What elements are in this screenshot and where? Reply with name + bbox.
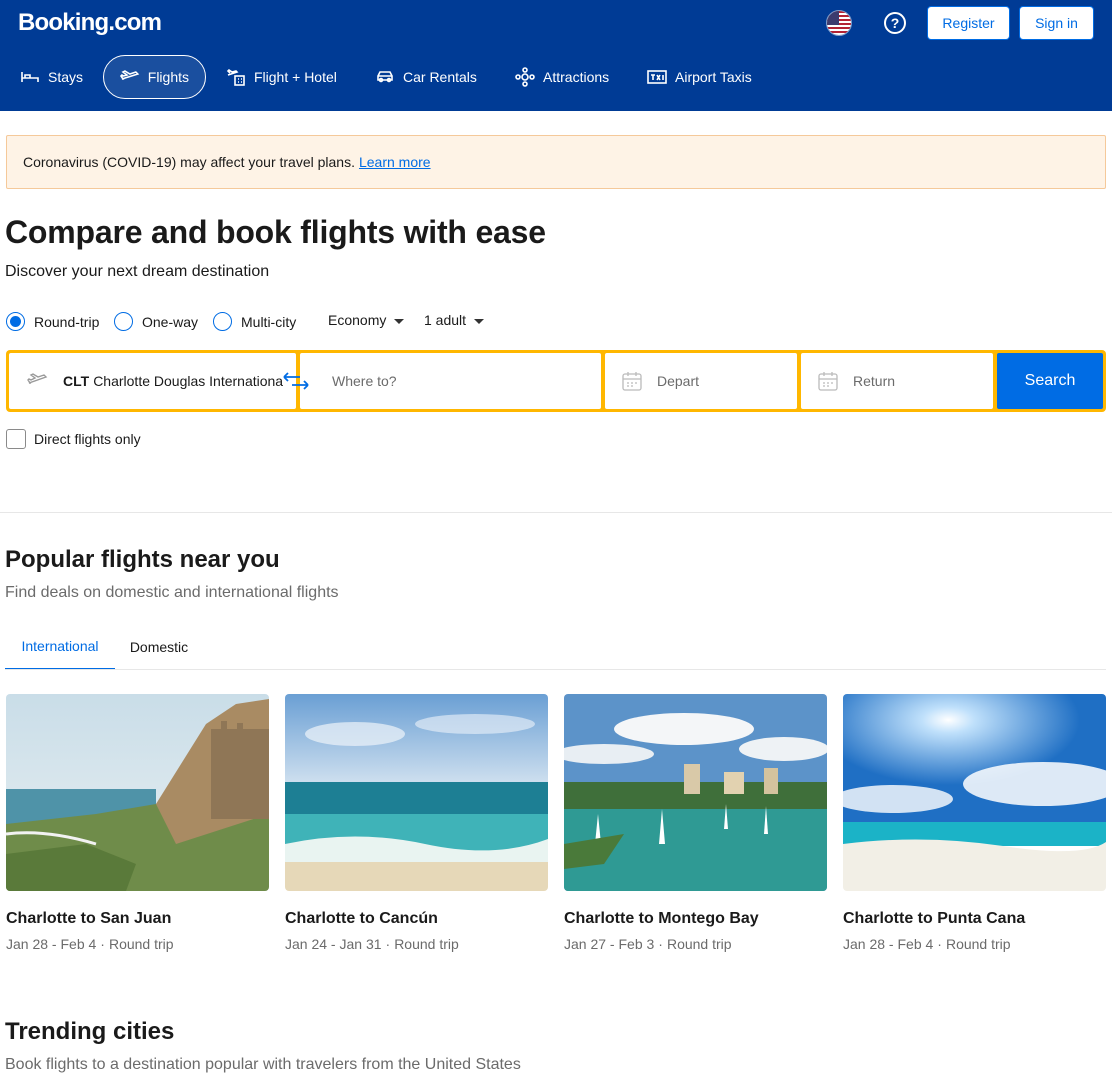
radio-unchecked-icon xyxy=(213,312,232,331)
top-header: Booking.com ? Register Sign in Stays Fli… xyxy=(0,0,1112,111)
plane-hotel-icon xyxy=(226,68,245,86)
radio-label: Round-trip xyxy=(34,313,100,330)
section-divider xyxy=(0,512,1112,513)
nav-attractions[interactable]: Attractions xyxy=(499,55,625,99)
bed-icon xyxy=(21,72,39,82)
register-button[interactable]: Register xyxy=(927,6,1010,40)
depart-date-field[interactable]: Depart xyxy=(605,353,797,409)
plane-icon xyxy=(120,70,140,80)
san-juan-image xyxy=(6,694,269,891)
card-dates: Jan 24 - Jan 31 xyxy=(285,936,382,952)
taxi-icon xyxy=(647,70,667,84)
card-trip-type: Round trip xyxy=(666,936,732,952)
flight-search-bar: CLT Charlotte Douglas International Airp… xyxy=(6,350,1106,412)
page-title: Compare and book flights with ease xyxy=(5,214,546,250)
destination-placeholder: Where to? xyxy=(332,373,397,389)
nav-label: Flight + Hotel xyxy=(254,69,337,85)
calendar-icon xyxy=(622,372,642,391)
car-icon xyxy=(377,71,393,83)
booking-logo[interactable]: Booking.com xyxy=(18,9,162,37)
radio-unchecked-icon xyxy=(114,312,133,331)
help-icon[interactable]: ? xyxy=(884,12,906,34)
card-trip-type: Round trip xyxy=(945,936,1011,952)
card-dates: Jan 28 - Feb 4 xyxy=(843,936,934,952)
card-meta: Jan 28 - Feb 4 · Round trip xyxy=(6,936,174,952)
round-trip-radio[interactable]: Round-trip xyxy=(6,312,99,331)
card-title: Charlotte to Montego Bay xyxy=(564,910,759,927)
cabin-class-value: Economy xyxy=(328,312,387,328)
popular-subtitle: Find deals on domestic and international… xyxy=(5,584,339,601)
nav-airport-taxis[interactable]: Airport Taxis xyxy=(631,55,768,99)
card-meta: Jan 28 - Feb 4 · Round trip xyxy=(843,936,1011,952)
tabs-underline xyxy=(5,669,1106,670)
tab-domestic[interactable]: Domestic xyxy=(115,623,203,670)
trending-title: Trending cities xyxy=(5,1018,175,1045)
search-button[interactable]: Search xyxy=(997,353,1103,409)
card-meta: Jan 24 - Jan 31 · Round trip xyxy=(285,936,459,952)
card-trip-type: Round trip xyxy=(108,936,174,952)
origin-code: CLT xyxy=(63,373,90,389)
swap-icon[interactable] xyxy=(282,370,310,392)
us-flag-icon[interactable] xyxy=(826,10,852,36)
direct-flights-checkbox[interactable]: Direct flights only xyxy=(6,429,141,449)
radio-label: Multi-city xyxy=(241,313,297,330)
card-title: Charlotte to San Juan xyxy=(6,910,172,927)
attractions-icon xyxy=(515,67,535,87)
trending-subtitle: Book flights to a destination popular wi… xyxy=(5,1056,521,1073)
radio-checked-icon xyxy=(6,312,25,331)
flight-card[interactable]: Charlotte to Punta Cana Jan 28 - Feb 4 · R… xyxy=(843,694,1106,952)
punta-cana-image xyxy=(843,694,1106,891)
covid-banner: Coronavirus (COVID-19) may affect your t… xyxy=(6,135,1106,189)
return-placeholder: Return xyxy=(853,373,896,389)
nav-label: Attractions xyxy=(543,69,610,85)
nav-car-rentals[interactable]: Car Rentals xyxy=(359,55,493,99)
nav-flight-hotel[interactable]: Flight + Hotel xyxy=(210,55,353,99)
multi-city-radio[interactable]: Multi-city xyxy=(213,312,296,331)
card-title: Charlotte to Punta Cana xyxy=(843,910,1026,927)
flight-card[interactable]: Charlotte to San Juan Jan 28 - Feb 4 · Rou… xyxy=(6,694,269,952)
nav-label: Flights xyxy=(147,69,189,85)
flight-card[interactable]: Charlotte to Cancún Jan 24 - Jan 31 · Roun… xyxy=(285,694,548,952)
card-title: Charlotte to Cancún xyxy=(285,910,438,927)
card-meta: Jan 27 - Feb 3 · Round trip xyxy=(564,936,732,952)
travelers-value: 1 adult xyxy=(424,312,467,328)
nav-flights[interactable]: Flights xyxy=(103,55,206,99)
cancun-image xyxy=(285,694,548,891)
banner-text: Coronavirus (COVID-19) may affect your t… xyxy=(23,154,355,170)
cabin-class-dropdown[interactable]: Economy xyxy=(328,312,405,328)
direct-flights-label: Direct flights only xyxy=(34,431,141,447)
learn-more-link[interactable]: Learn more xyxy=(359,154,431,170)
return-date-field[interactable]: Return xyxy=(801,353,993,409)
chevron-down-icon xyxy=(394,318,405,324)
plane-takeoff-icon xyxy=(27,373,48,384)
travelers-dropdown[interactable]: 1 adult xyxy=(424,312,485,328)
card-trip-type: Round trip xyxy=(394,936,459,952)
calendar-icon xyxy=(818,372,838,391)
origin-field[interactable]: CLT Charlotte Douglas International Airp… xyxy=(9,353,296,409)
nav-label: Car Rentals xyxy=(403,69,477,85)
radio-label: One-way xyxy=(142,313,199,330)
origin-name: Charlotte Douglas International Airport xyxy=(93,373,284,389)
depart-placeholder: Depart xyxy=(657,373,700,389)
card-dates: Jan 28 - Feb 4 xyxy=(6,936,97,952)
chevron-down-icon xyxy=(474,318,485,324)
signin-button[interactable]: Sign in xyxy=(1019,6,1094,40)
nav-stays[interactable]: Stays xyxy=(4,55,99,99)
checkbox-icon xyxy=(6,429,26,449)
card-dates: Jan 27 - Feb 3 xyxy=(564,936,655,952)
page-subtitle: Discover your next dream destination xyxy=(5,263,270,280)
nav-label: Airport Taxis xyxy=(675,69,752,85)
nav-label: Stays xyxy=(48,69,84,85)
flight-card[interactable]: Charlotte to Montego Bay Jan 27 - Feb 3 ·… xyxy=(564,694,827,952)
one-way-radio[interactable]: One-way xyxy=(114,312,198,331)
montego-bay-image xyxy=(564,694,827,891)
destination-field[interactable]: Where to? xyxy=(300,353,601,409)
popular-title: Popular flights near you xyxy=(5,546,280,573)
tab-international[interactable]: International xyxy=(5,623,115,670)
